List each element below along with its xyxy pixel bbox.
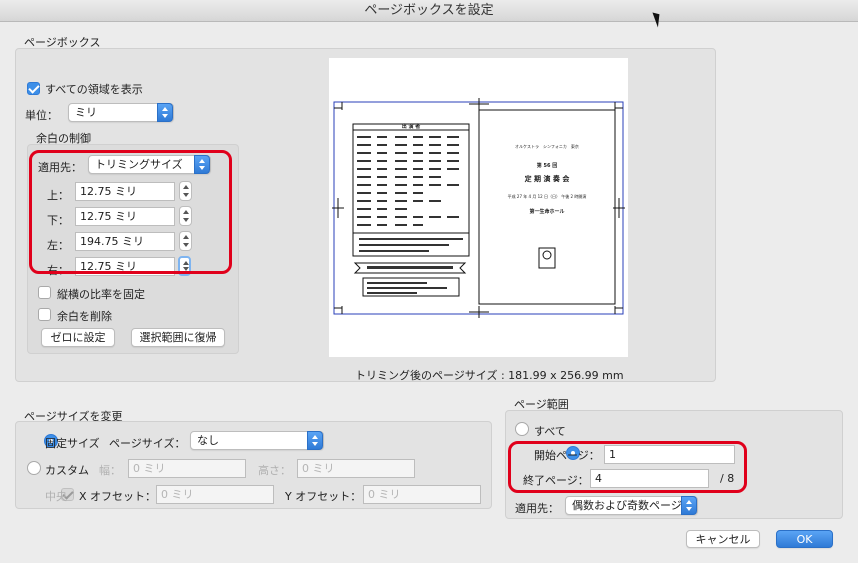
unit-popup[interactable]: ミリ <box>68 103 174 122</box>
revert-button[interactable]: 選択範囲に復帰 <box>131 328 225 347</box>
show-all-checkbox[interactable] <box>27 82 40 95</box>
crop-size-text: トリミング後のページサイズ : 181.99 x 256.99 mm <box>355 369 624 382</box>
preview-venue: 第一生命ホール <box>529 209 565 215</box>
window-title: ページボックスを設定 <box>0 0 858 22</box>
remove-white-checkbox[interactable] <box>38 308 51 321</box>
custom-size-label: カスタム <box>45 464 89 477</box>
margins-highlight-box <box>29 150 232 274</box>
show-all-label: すべての領域を表示 <box>45 83 143 96</box>
width-label: 幅： <box>99 464 121 477</box>
ok-button[interactable]: OK <box>776 530 833 548</box>
range-apply-to-label: 適用先： <box>515 502 559 515</box>
center-label: 中央 <box>45 490 67 503</box>
page-size-value: なし <box>197 434 219 447</box>
page-size-label: ページサイズ： <box>109 437 186 450</box>
all-pages-radio[interactable] <box>515 422 529 436</box>
preview-edition: 第 56 回 <box>536 163 558 169</box>
popup-arrows-icon <box>157 103 173 122</box>
preview-left-header: 出 演 者 <box>401 124 421 130</box>
preview-concert-title: 定 期 演 奏 会 <box>524 175 570 183</box>
preview-date: 平成 27 年 4 月 12 日（日） 午後 2 時開演 <box>507 194 587 199</box>
range-apply-to-value: 偶数および奇数ページ <box>572 499 682 512</box>
x-offset-field[interactable]: 0 ミリ <box>156 485 274 504</box>
y-offset-field[interactable]: 0 ミリ <box>363 485 481 504</box>
preview-orchestra-name: オルケストラ シンフォニカ 東京 <box>515 144 579 149</box>
constrain-checkbox[interactable] <box>38 286 51 299</box>
height-field[interactable]: 0 ミリ <box>297 459 415 478</box>
popup-arrows-icon <box>307 431 323 450</box>
y-offset-label: Y オフセット： <box>285 490 362 503</box>
range-apply-to-popup[interactable]: 偶数および奇数ページ <box>565 496 698 515</box>
unit-value: ミリ <box>75 106 97 119</box>
page-range-highlight-box <box>508 441 747 493</box>
popup-arrows-icon <box>681 496 697 515</box>
all-pages-label: すべて <box>534 425 566 438</box>
remove-white-label: 余白を削除 <box>57 310 112 323</box>
custom-size-radio[interactable] <box>27 461 41 475</box>
height-label: 高さ： <box>258 464 291 477</box>
cancel-button[interactable]: キャンセル <box>686 530 760 548</box>
page-size-popup[interactable]: なし <box>190 431 324 450</box>
page-preview: 出 演 者 オルケストラ シンフォニカ 東京 第 56 回 定 期 演 奏 会 … <box>329 58 628 357</box>
fixed-size-label: 固定サイズ <box>45 437 100 450</box>
unit-label: 単位： <box>25 109 58 122</box>
constrain-label: 縦横の比率を固定 <box>57 288 145 301</box>
x-offset-label: X オフセット： <box>79 490 157 503</box>
width-field[interactable]: 0 ミリ <box>128 459 246 478</box>
set-zero-button[interactable]: ゼロに設定 <box>41 328 115 347</box>
